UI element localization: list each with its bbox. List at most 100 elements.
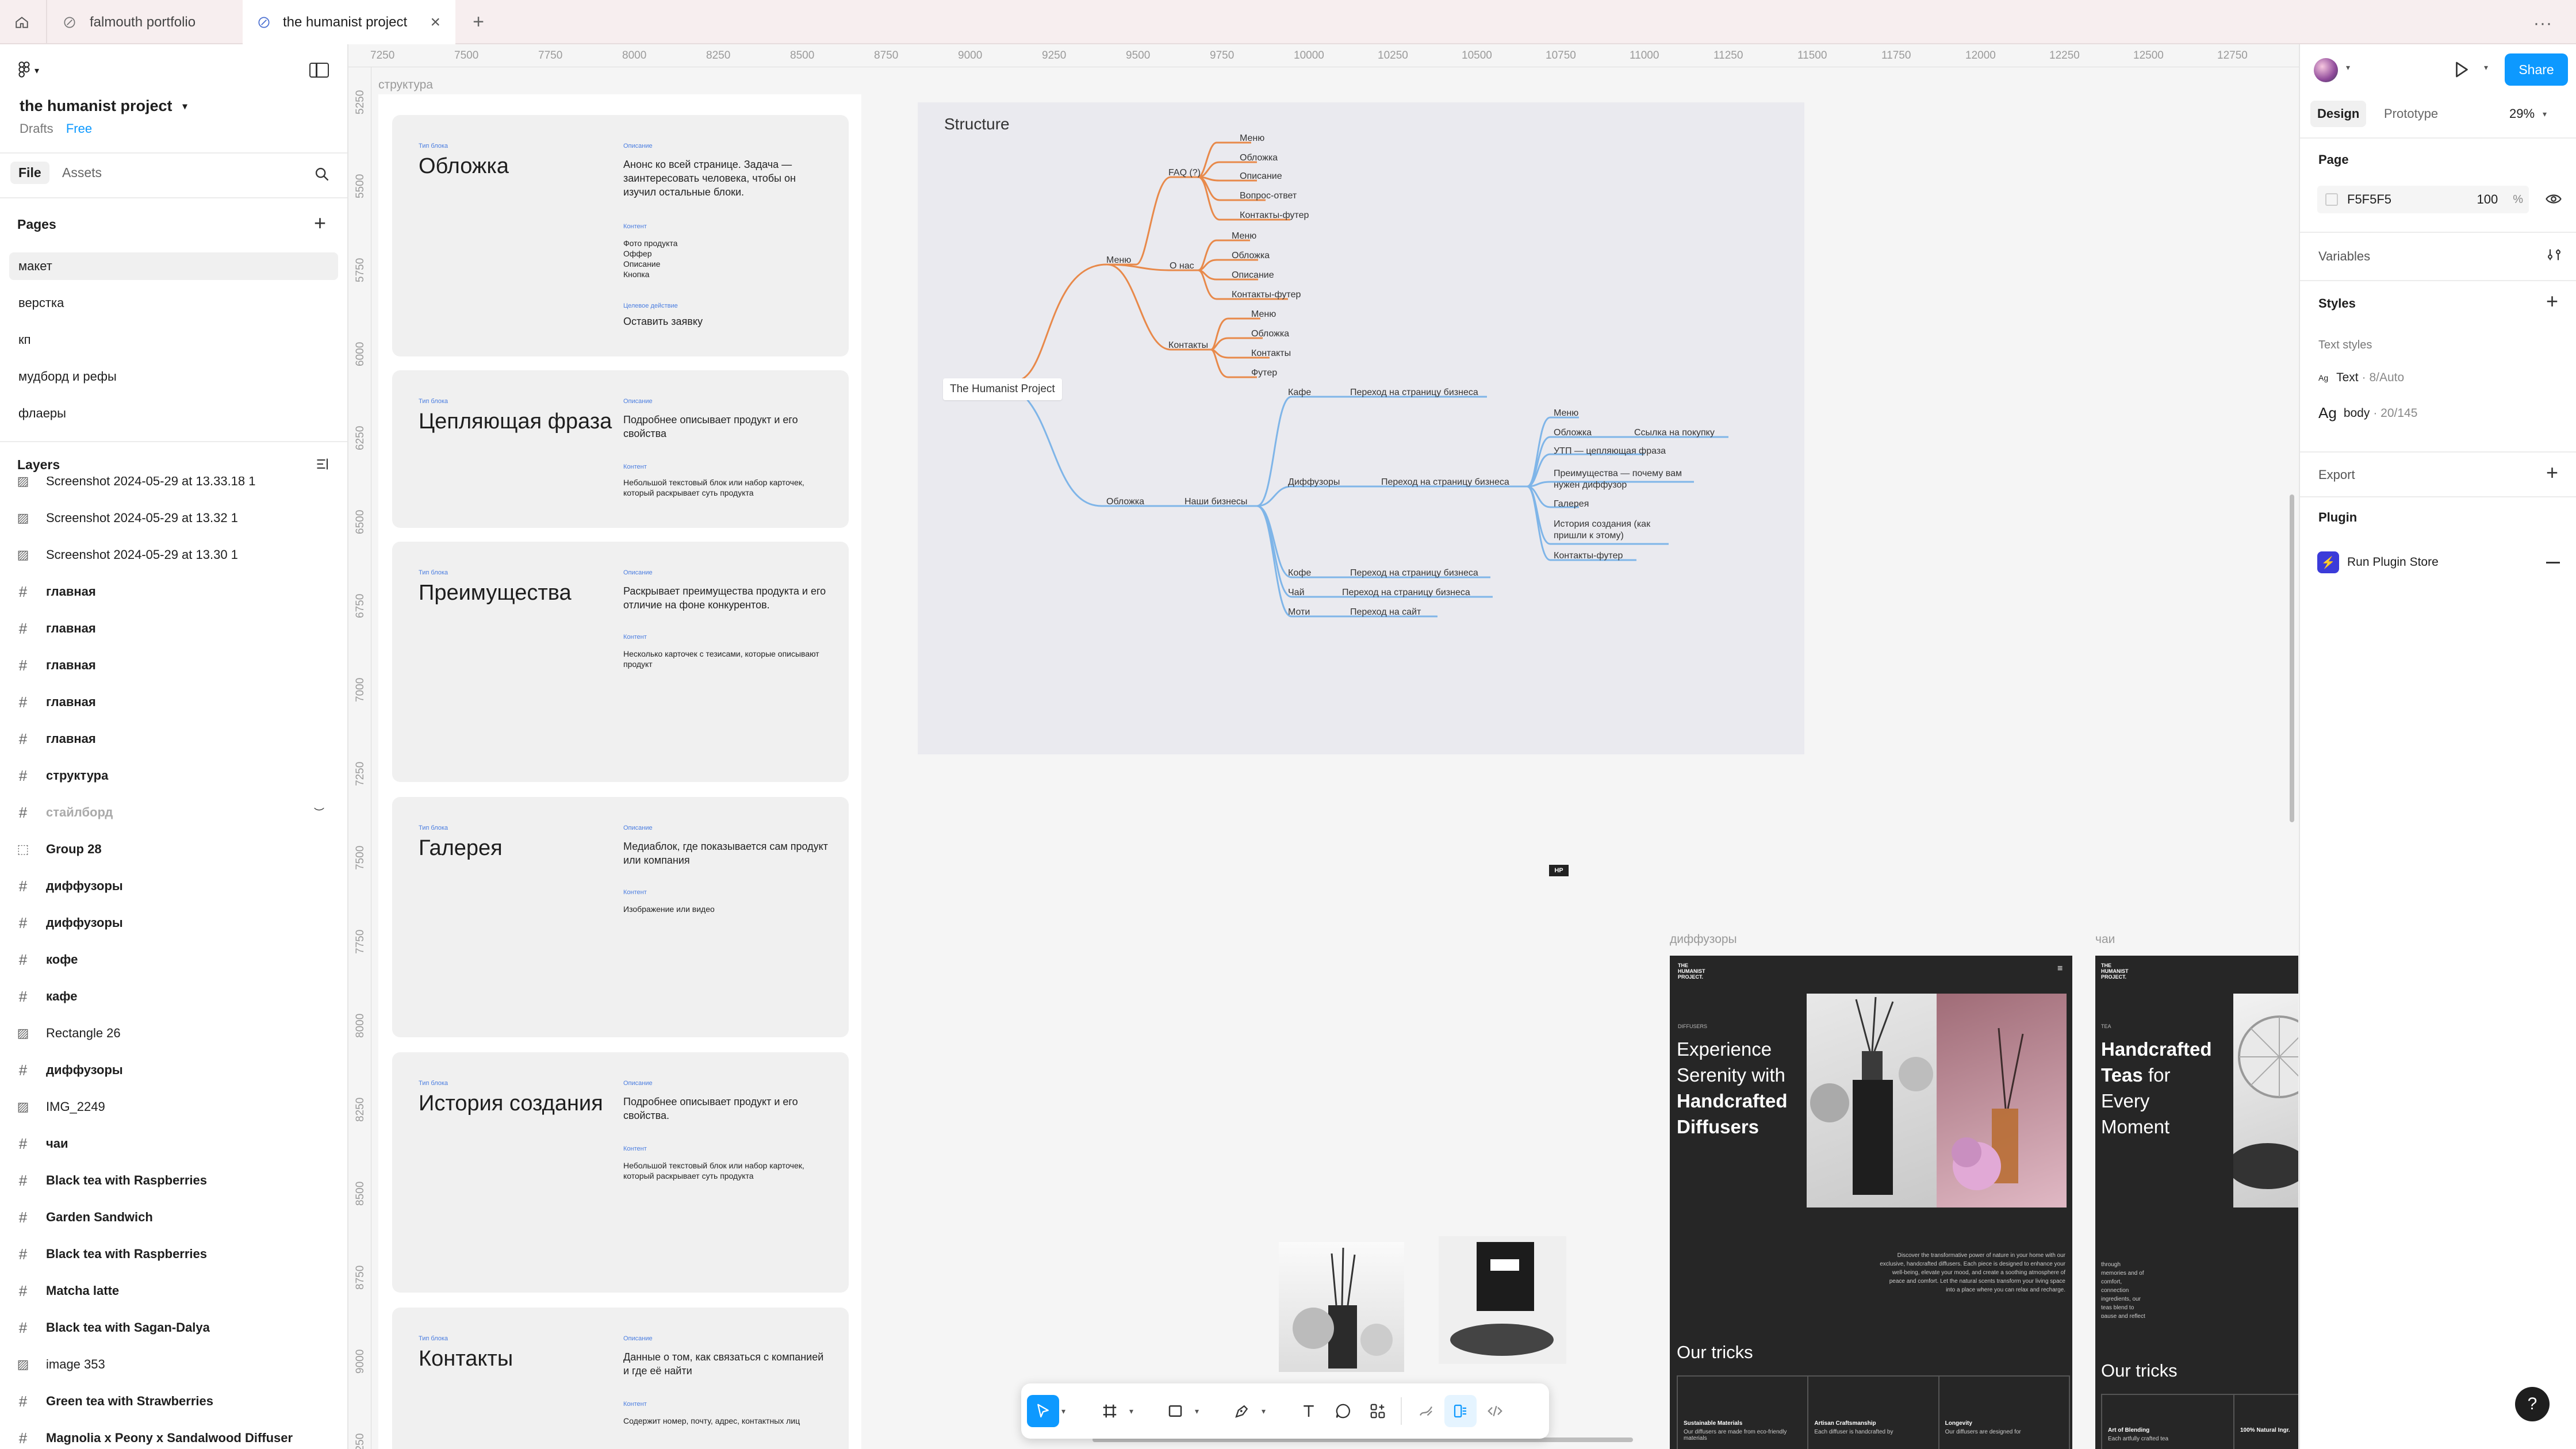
- page-item[interactable]: мудборд и рефы: [9, 363, 338, 390]
- mindmap-node[interactable]: Обложка: [1232, 251, 1270, 261]
- mindmap-node[interactable]: Переход на страницу бизнеса: [1381, 477, 1509, 488]
- frame-label-teas[interactable]: чаи: [2095, 933, 2115, 946]
- mindmap-node[interactable]: Контакты-футер: [1232, 290, 1301, 300]
- text-style-item[interactable]: Ag body · 20/145: [2318, 404, 2417, 422]
- file-name[interactable]: the humanist project ▾: [20, 97, 187, 115]
- comment-tool-button[interactable]: [1327, 1395, 1359, 1427]
- plan-badge[interactable]: Free: [66, 121, 92, 136]
- tab-assets[interactable]: Assets: [62, 165, 102, 181]
- page-color-field[interactable]: F5F5F5 100 %: [2317, 186, 2529, 213]
- frame-label-diffusers[interactable]: диффузоры: [1670, 933, 1737, 946]
- layer-row[interactable]: # Matcha latte: [0, 1272, 347, 1309]
- mindmap-node[interactable]: Преимущества — почему вам нужен диффузор: [1554, 468, 1697, 491]
- mindmap-node[interactable]: Обложка: [1106, 497, 1144, 507]
- page-item[interactable]: макет: [9, 252, 338, 280]
- tab-file[interactable]: File: [10, 162, 49, 184]
- frame-tool-button[interactable]: [1094, 1395, 1126, 1427]
- mindmap-node[interactable]: Контакты: [1251, 348, 1291, 359]
- mindmap-frame[interactable]: Structure The Humanist Project Меню FAQ …: [918, 102, 1804, 754]
- layer-row[interactable]: # стайлборд ︶: [0, 794, 347, 831]
- layer-row[interactable]: # главная: [0, 573, 347, 610]
- layer-row[interactable]: # диффузоры: [0, 904, 347, 941]
- layer-row[interactable]: # главная: [0, 684, 347, 720]
- present-button[interactable]: [2451, 59, 2471, 83]
- layer-row[interactable]: # кафе: [0, 978, 347, 1015]
- mindmap-node[interactable]: Переход на страницу бизнеса: [1350, 388, 1478, 398]
- mindmap-node[interactable]: Переход на сайт: [1350, 607, 1421, 618]
- color-swatch[interactable]: [2325, 193, 2338, 206]
- add-style-icon[interactable]: +: [2546, 289, 2558, 313]
- layer-row[interactable]: # главная: [0, 720, 347, 757]
- mindmap-node[interactable]: Моти: [1288, 607, 1310, 618]
- mindmap-node[interactable]: Кафе: [1288, 388, 1311, 398]
- add-export-icon[interactable]: +: [2546, 461, 2558, 485]
- text-style-item[interactable]: Ag Text · 8/Auto: [2318, 371, 2404, 385]
- mindmap-node[interactable]: Меню: [1240, 133, 1264, 144]
- block-card[interactable]: Тип блока Контакты Описание Данные о том…: [392, 1308, 849, 1449]
- block-card[interactable]: Тип блока Цепляющая фраза Описание Подро…: [392, 370, 849, 528]
- vertical-scrollbar[interactable]: [2290, 494, 2294, 822]
- mindmap-node[interactable]: Чай: [1288, 588, 1305, 598]
- layer-row[interactable]: ▨ Rectangle 26: [0, 1015, 347, 1052]
- layer-row[interactable]: ▨ Screenshot 2024-05-29 at 13.30 1: [0, 536, 347, 573]
- mindmap-node[interactable]: Описание: [1232, 270, 1274, 281]
- layer-row[interactable]: # Garden Sandwich: [0, 1199, 347, 1236]
- search-icon[interactable]: [314, 166, 330, 185]
- close-tab-icon[interactable]: ×: [430, 13, 440, 32]
- mindmap-node[interactable]: Меню: [1554, 408, 1578, 419]
- mindmap-node[interactable]: Вопрос-ответ: [1240, 191, 1297, 201]
- export-section-title[interactable]: Export: [2318, 467, 2355, 482]
- remove-plugin-icon[interactable]: [2546, 562, 2560, 564]
- block-card[interactable]: Тип блока История создания Описание Подр…: [392, 1052, 849, 1293]
- hero-image-2[interactable]: [1937, 994, 2067, 1208]
- more-menu-icon[interactable]: ···: [2533, 14, 2552, 33]
- actions-button[interactable]: [1362, 1395, 1394, 1427]
- mindmap-node[interactable]: О нас: [1170, 261, 1194, 271]
- chevron-down-icon[interactable]: ▾: [1262, 1406, 1266, 1416]
- mindmap-node[interactable]: Наши бизнесы: [1184, 497, 1247, 507]
- mindmap-node[interactable]: FAQ (?): [1168, 168, 1201, 178]
- mindmap-node[interactable]: Контакты-футер: [1240, 210, 1309, 221]
- hp-logo-badge[interactable]: HP: [1549, 865, 1569, 876]
- layer-row[interactable]: # Green tea with Strawberries: [0, 1383, 347, 1420]
- chevron-down-icon[interactable]: ▾: [1195, 1406, 1199, 1416]
- new-tab-icon[interactable]: +: [467, 10, 490, 33]
- product-image[interactable]: [1279, 1242, 1404, 1372]
- move-tool-button[interactable]: [1027, 1395, 1059, 1427]
- draw-mode-button[interactable]: [1410, 1395, 1442, 1427]
- layer-row[interactable]: # кофе: [0, 941, 347, 978]
- layer-row[interactable]: # Black tea with Raspberries: [0, 1236, 347, 1272]
- chevron-down-icon[interactable]: ▾: [2484, 63, 2488, 72]
- hidden-eye-icon[interactable]: ︶: [314, 805, 324, 820]
- layer-row[interactable]: # Black tea with Raspberries: [0, 1162, 347, 1199]
- add-page-icon[interactable]: +: [314, 211, 326, 235]
- variables-icon[interactable]: [2546, 247, 2562, 266]
- zoom-dropdown[interactable]: 29% ▾: [2509, 106, 2547, 121]
- mindmap-node[interactable]: Меню: [1106, 255, 1131, 266]
- dev-mode-button[interactable]: [1479, 1395, 1511, 1427]
- mindmap-node[interactable]: Футер: [1251, 368, 1277, 378]
- main-menu-button[interactable]: ▾: [17, 62, 39, 80]
- mindmap-node[interactable]: Переход на страницу бизнеса: [1342, 588, 1470, 598]
- mindmap-node[interactable]: Галерея: [1554, 499, 1589, 509]
- mindmap-node[interactable]: Обложка: [1554, 428, 1592, 438]
- chevron-down-icon[interactable]: ▾: [1061, 1406, 1065, 1416]
- tab-design[interactable]: Design: [2310, 101, 2367, 127]
- variables-row[interactable]: Variables: [2318, 249, 2370, 264]
- layer-filter-icon[interactable]: [315, 456, 331, 475]
- frame-label-structure[interactable]: структура: [378, 78, 433, 92]
- layer-row[interactable]: # Magnolia x Peony x Sandalwood Diffuser: [0, 1420, 347, 1449]
- layer-row[interactable]: # Black tea with Sagan-Dalya: [0, 1309, 347, 1346]
- layer-row[interactable]: # главная: [0, 610, 347, 647]
- layer-row[interactable]: # чаи: [0, 1125, 347, 1162]
- mindmap-root[interactable]: The Humanist Project: [943, 378, 1062, 400]
- text-tool-button[interactable]: [1293, 1395, 1325, 1427]
- mindmap-node[interactable]: Контакты-футер: [1554, 551, 1623, 561]
- layer-row[interactable]: # диффузоры: [0, 868, 347, 904]
- share-button[interactable]: Share: [2505, 53, 2568, 86]
- canvas[interactable]: структура Тип блока Обложка Описание Ано…: [372, 68, 2298, 1449]
- layer-row[interactable]: # главная: [0, 647, 347, 684]
- layer-row[interactable]: ▨ IMG_2249: [0, 1088, 347, 1125]
- product-image[interactable]: [1439, 1236, 1566, 1364]
- design-mode-button[interactable]: [1444, 1395, 1477, 1427]
